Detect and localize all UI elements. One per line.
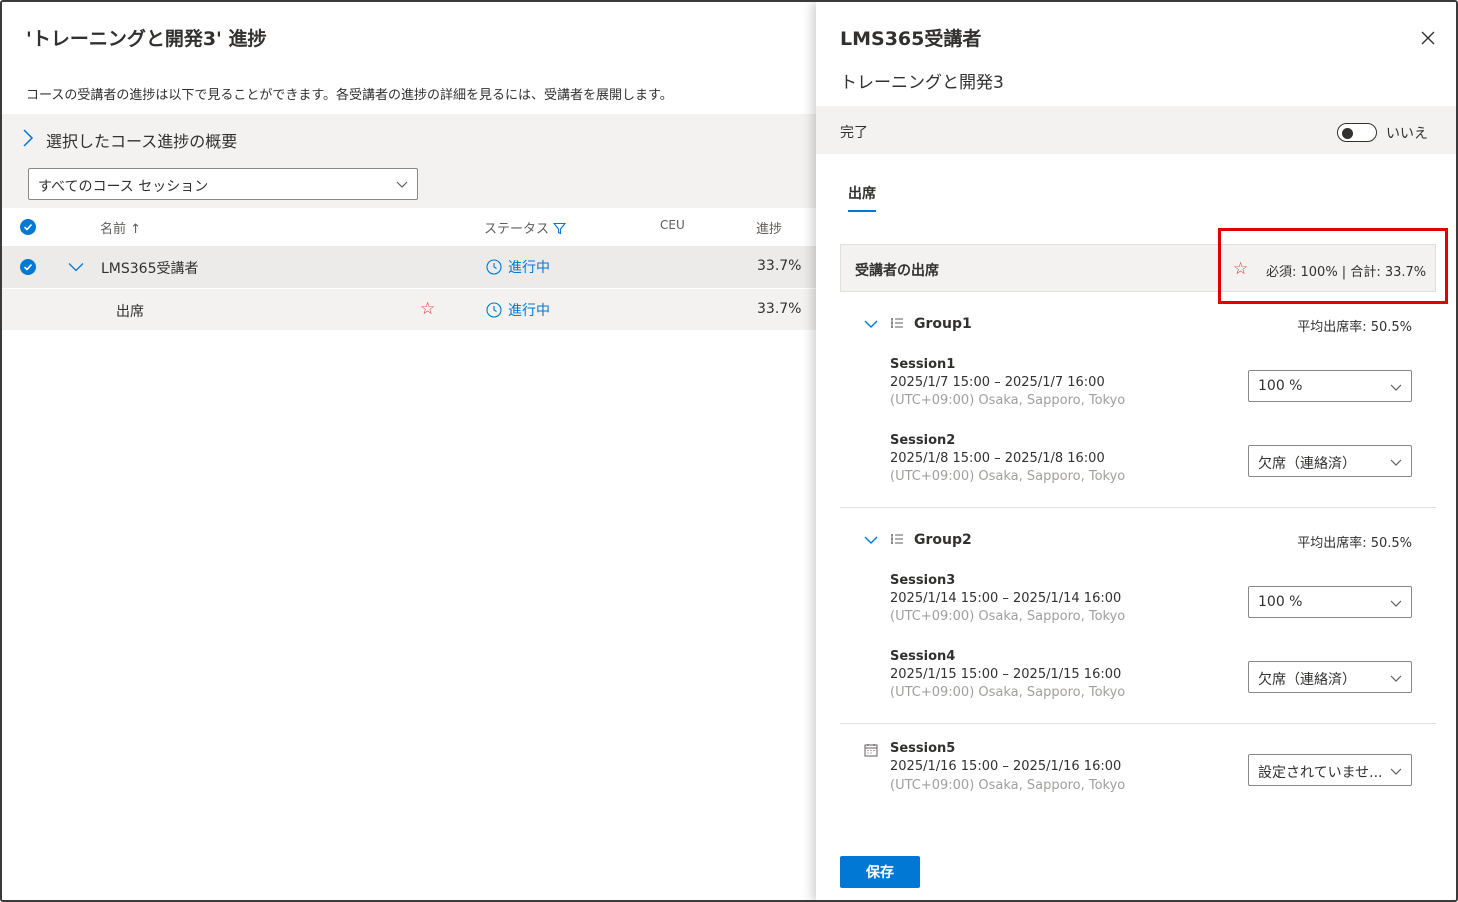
column-header-name[interactable]: 名前 ↑: [100, 218, 141, 237]
attendance-value: 100 %: [1258, 594, 1303, 610]
session-timezone: (UTC+09:00) Osaka, Sapporo, Tokyo: [890, 778, 1126, 793]
session-timezone: (UTC+09:00) Osaka, Sapporo, Tokyo: [890, 393, 1126, 408]
session-name: Session5: [890, 741, 956, 756]
attendance-title: 受講者の出席: [855, 263, 939, 279]
status-in-progress: 進行中: [486, 300, 550, 320]
session-time: 2025/1/16 15:00 – 2025/1/16 16:00: [890, 759, 1122, 774]
row-checkbox[interactable]: [20, 259, 36, 275]
filter-icon: [552, 222, 567, 235]
required-star-icon: ☆: [420, 299, 436, 319]
chevron-down-icon[interactable]: [864, 535, 878, 545]
page-title: 'トレーニングと開発3' 進捗: [26, 28, 267, 50]
table-row[interactable]: LMS365受講者 進行中 33.7%: [2, 246, 816, 288]
column-header-status[interactable]: ステータス: [484, 218, 567, 237]
chevron-down-icon: [396, 181, 408, 188]
session-name: Session1: [890, 357, 956, 372]
chevron-down-icon: [1390, 675, 1402, 682]
summary-label: 選択したコース進捗の概要: [46, 132, 238, 151]
table-header: 名前 ↑ ステータス CEU 進捗: [2, 208, 816, 246]
clock-icon: [486, 302, 502, 318]
page-description: コースの受講者の進捗は以下で見ることができます。各受講者の進捗の詳細を見るには、…: [26, 88, 673, 103]
status-in-progress: 進行中: [486, 257, 550, 277]
group-divider: [840, 507, 1436, 508]
session-time: 2025/1/8 15:00 – 2025/1/8 16:00: [890, 451, 1105, 466]
session-filter-dropdown[interactable]: すべてのコース セッション: [28, 168, 418, 200]
session-timezone: (UTC+09:00) Osaka, Sapporo, Tokyo: [890, 685, 1126, 700]
complete-row: 完了 いいえ: [816, 106, 1456, 154]
close-icon[interactable]: [1418, 28, 1438, 48]
panel-title: LMS365受講者: [840, 28, 982, 50]
toggle-knob: [1342, 127, 1353, 139]
highlight-annotation: [1218, 228, 1448, 304]
group-name: Group2: [914, 532, 972, 548]
clock-icon: [486, 259, 502, 275]
learner-detail-panel: LMS365受講者 トレーニングと開発3 完了 いいえ 出席 受講者の出席 ☆ …: [816, 2, 1456, 900]
attendance-value: 100 %: [1258, 378, 1303, 394]
chevron-down-icon[interactable]: [864, 319, 878, 329]
group-average: 平均出席率: 50.5%: [1297, 536, 1412, 551]
session-time: 2025/1/15 15:00 – 2025/1/15 16:00: [890, 667, 1122, 682]
check-icon: [23, 223, 33, 231]
list-icon: [891, 534, 903, 544]
chevron-right-icon: [23, 129, 34, 147]
complete-label: 完了: [840, 125, 868, 141]
complete-toggle[interactable]: [1337, 123, 1377, 142]
attendance-dropdown[interactable]: 欠席（連絡済）: [1248, 661, 1412, 693]
attendance-dropdown[interactable]: 欠席（連絡済）: [1248, 445, 1412, 477]
chevron-down-icon: [1390, 600, 1402, 607]
course-name: トレーニングと開発3: [840, 73, 1004, 93]
complete-toggle-label: いいえ: [1386, 126, 1428, 142]
column-header-progress[interactable]: 進捗: [756, 218, 782, 237]
progress-value: 33.7%: [757, 301, 802, 317]
summary-expander[interactable]: 選択したコース進捗の概要: [2, 114, 816, 162]
attendance-value: 欠席（連絡済）: [1258, 456, 1356, 472]
calendar-icon: [864, 744, 878, 757]
tab-attendance[interactable]: 出席: [848, 183, 876, 203]
column-header-ceu[interactable]: CEU: [660, 218, 685, 232]
attendance-dropdown[interactable]: 100 %: [1248, 586, 1412, 618]
session-timezone: (UTC+09:00) Osaka, Sapporo, Tokyo: [890, 609, 1126, 624]
sort-ascending-icon: ↑: [130, 222, 142, 237]
chevron-down-icon: [1390, 384, 1402, 391]
group-name: Group1: [914, 316, 972, 332]
chevron-down-icon: [1390, 768, 1402, 775]
tab-underline: [848, 210, 876, 212]
check-icon: [23, 263, 33, 271]
chevron-down-icon: [1390, 459, 1402, 466]
attendance-dropdown[interactable]: 100 %: [1248, 370, 1412, 402]
learner-name: LMS365受講者: [101, 261, 199, 277]
save-button[interactable]: 保存: [840, 856, 920, 888]
session-name: Session2: [890, 433, 956, 448]
select-all-checkbox[interactable]: [20, 219, 36, 235]
session-time: 2025/1/7 15:00 – 2025/1/7 16:00: [890, 375, 1105, 390]
session-time: 2025/1/14 15:00 – 2025/1/14 16:00: [890, 591, 1122, 606]
attendance-value: 欠席（連絡済）: [1258, 672, 1356, 688]
attendance-label: 出席: [116, 304, 144, 320]
session-name: Session4: [890, 649, 956, 664]
group-divider: [840, 723, 1436, 724]
attendance-value: 設定されていませ...: [1258, 765, 1383, 781]
app-window: 'トレーニングと開発3' 進捗 コースの受講者の進捗は以下で見ることができます。…: [0, 0, 1458, 902]
session-filter-value: すべてのコース セッション: [38, 179, 209, 195]
progress-page: 'トレーニングと開発3' 進捗 コースの受講者の進捗は以下で見ることができます。…: [2, 2, 816, 900]
session-name: Session3: [890, 573, 956, 588]
group-average: 平均出席率: 50.5%: [1297, 320, 1412, 335]
list-icon: [891, 318, 903, 328]
table-row[interactable]: 出席 ☆ 進行中 33.7%: [2, 289, 816, 330]
progress-value: 33.7%: [757, 258, 802, 274]
attendance-dropdown[interactable]: 設定されていませ...: [1248, 754, 1412, 786]
session-timezone: (UTC+09:00) Osaka, Sapporo, Tokyo: [890, 469, 1126, 484]
chevron-down-icon[interactable]: [68, 262, 84, 272]
